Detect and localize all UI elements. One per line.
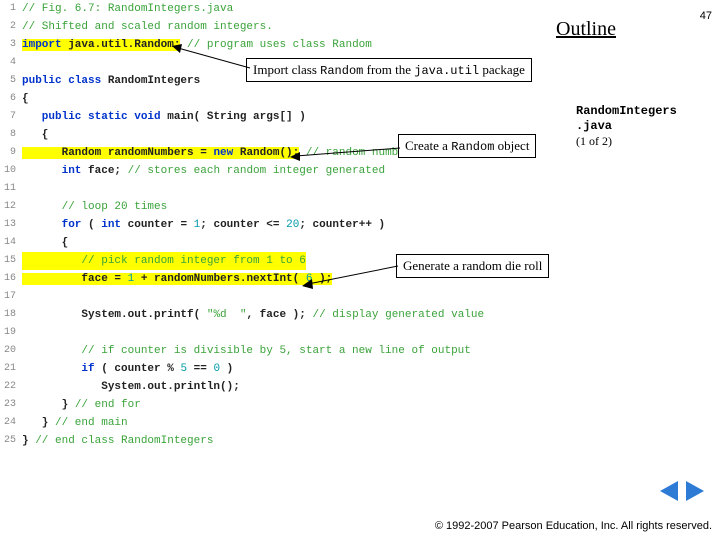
line-number: 10 — [0, 162, 22, 180]
line-number: 22 — [0, 378, 22, 396]
code-line: // loop 20 times — [22, 198, 167, 216]
line-number: 20 — [0, 342, 22, 360]
nav-controls — [658, 481, 706, 506]
line-number: 14 — [0, 234, 22, 252]
line-number: 11 — [0, 180, 22, 198]
code-line: import java.util.Random; // program uses… — [22, 36, 372, 54]
code-line: { — [22, 126, 48, 144]
line-number: 21 — [0, 360, 22, 378]
callout-import: Import class Random from the java.util p… — [246, 58, 532, 82]
file-info: RandomIntegers .java (1 of 2) — [576, 104, 677, 149]
callout-random-object: Create a Random object — [398, 134, 536, 158]
file-part: (1 of 2) — [576, 134, 677, 149]
code-line: // if counter is divisible by 5, start a… — [22, 342, 471, 360]
callout-die-roll: Generate a random die roll — [396, 254, 549, 278]
page-number: 47 — [700, 10, 712, 22]
code-line: System.out.printf( "%d ", face ); // dis… — [22, 306, 484, 324]
line-number: 9 — [0, 144, 22, 162]
code-line: } // end main — [22, 414, 128, 432]
line-number: 6 — [0, 90, 22, 108]
line-number: 13 — [0, 216, 22, 234]
code-line: { — [22, 90, 29, 108]
code-line: face = 1 + randomNumbers.nextInt( 6 ); — [22, 270, 332, 288]
prev-button[interactable] — [660, 481, 678, 501]
code-line: int face; // stores each random integer … — [22, 162, 385, 180]
line-number: 3 — [0, 36, 22, 54]
file-name: RandomIntegers — [576, 104, 677, 119]
code-line: // Fig. 6.7: RandomIntegers.java — [22, 0, 233, 18]
line-number: 15 — [0, 252, 22, 270]
code-line: if ( counter % 5 == 0 ) — [22, 360, 233, 378]
line-number: 16 — [0, 270, 22, 288]
line-number: 25 — [0, 432, 22, 450]
code-line: { — [22, 234, 68, 252]
line-number: 23 — [0, 396, 22, 414]
line-number: 19 — [0, 324, 22, 342]
code-line: for ( int counter = 1; counter <= 20; co… — [22, 216, 385, 234]
next-button[interactable] — [686, 481, 704, 501]
code-line: public class RandomIntegers — [22, 72, 200, 90]
line-number: 8 — [0, 126, 22, 144]
code-line: } // end for — [22, 396, 141, 414]
code-line: System.out.println(); — [22, 378, 240, 396]
copyright-text: © 1992-2007 Pearson Education, Inc. All … — [435, 520, 712, 532]
outline-title: Outline — [556, 18, 616, 41]
line-number: 24 — [0, 414, 22, 432]
code-line: } // end class RandomIntegers — [22, 432, 213, 450]
line-number: 17 — [0, 288, 22, 306]
line-number: 7 — [0, 108, 22, 126]
code-line: // pick random integer from 1 to 6 — [22, 252, 306, 270]
code-line: public static void main( String args[] ) — [22, 108, 306, 126]
line-number: 2 — [0, 18, 22, 36]
file-ext: .java — [576, 119, 677, 134]
line-number: 4 — [0, 54, 22, 72]
code-line: // Shifted and scaled random integers. — [22, 18, 273, 36]
line-number: 18 — [0, 306, 22, 324]
line-number: 12 — [0, 198, 22, 216]
line-number: 1 — [0, 0, 22, 18]
line-number: 5 — [0, 72, 22, 90]
